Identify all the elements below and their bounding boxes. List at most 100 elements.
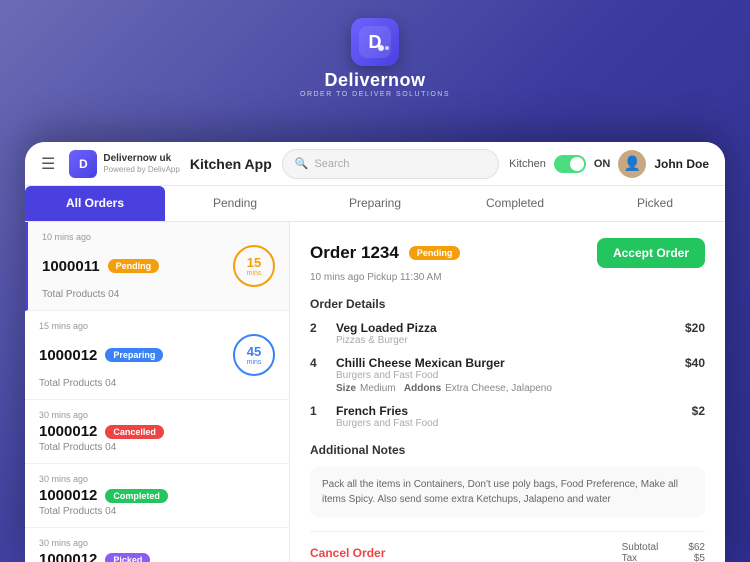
search-icon: 🔍: [295, 157, 309, 170]
item-info-3: French Fries Burgers and Fast Food: [336, 404, 684, 429]
timer-2: 45 mins: [233, 334, 275, 376]
item-extras-2: SizeMedium AddonsExtra Cheese, Jalapeno: [336, 383, 677, 394]
order-badge-1: Pending: [108, 259, 160, 273]
accept-order-button[interactable]: Accept Order: [597, 238, 705, 268]
main-content: 10 mins ago 1000011 Pending 15 mins Tota…: [25, 222, 725, 562]
logo-title: Delivernow: [324, 70, 425, 91]
topbar: ☰ D Delivernow uk Powered by DelivApp Ki…: [25, 142, 725, 186]
subtotal-line: Subtotal $62: [622, 542, 705, 553]
tab-preparing[interactable]: Preparing: [305, 186, 445, 221]
order-badge-2: Preparing: [105, 348, 163, 362]
divider: [310, 531, 705, 532]
order-row-5: 1000012 Picked: [39, 551, 275, 562]
subtotal-value: $62: [688, 542, 705, 553]
order-row-4: 1000012 Completed: [39, 487, 275, 504]
qty-2: 4: [310, 356, 328, 370]
topbar-right: Kitchen ON 👤 John Doe: [509, 150, 709, 178]
notes-section: Additional Notes Pack all the items in C…: [310, 443, 705, 517]
app-card: ☰ D Delivernow uk Powered by DelivApp Ki…: [25, 142, 725, 562]
order-id-4: 1000012: [39, 487, 97, 504]
tax-label: Tax: [622, 553, 638, 562]
logo-icon: D: [351, 18, 399, 66]
tax-value: $5: [694, 553, 705, 562]
hamburger-icon[interactable]: ☰: [41, 154, 55, 174]
item-cat-2: Burgers and Fast Food: [336, 370, 677, 381]
tab-picked[interactable]: Picked: [585, 186, 725, 221]
tab-all-orders[interactable]: All Orders: [25, 186, 165, 221]
item-name-3: French Fries: [336, 404, 684, 418]
order-time-2: 15 mins ago: [39, 321, 275, 331]
notes-box: Pack all the items in Containers, Don't …: [310, 467, 705, 517]
item-info-1: Veg Loaded Pizza Pizzas & Burger: [336, 321, 677, 346]
detail-header: Order 1234 Pending Accept Order: [310, 238, 705, 268]
app-name: Kitchen App: [190, 156, 272, 172]
item-cat-3: Burgers and Fast Food: [336, 418, 684, 429]
avatar: 👤: [618, 150, 646, 178]
order-row-3: 1000012 Cancelled: [39, 423, 275, 440]
detail-meta: 10 mins ago Pickup 11:30 AM: [310, 272, 705, 283]
footer-row: Cancel Order Subtotal $62 Tax $5: [310, 542, 705, 562]
item-cat-1: Pizzas & Burger: [336, 335, 677, 346]
item-price-1: $20: [685, 321, 705, 335]
search-placeholder: Search: [314, 158, 349, 170]
timer-unit-2: mins: [247, 359, 262, 366]
order-products-1: Total Products 04: [42, 289, 275, 300]
item-name-1: Veg Loaded Pizza: [336, 321, 677, 335]
timer-value-2: 45: [247, 344, 261, 359]
notes-title: Additional Notes: [310, 443, 705, 457]
logo-area: D Delivernow ORDER TO DELIVER SOLUTIONS: [300, 18, 450, 98]
tab-completed[interactable]: Completed: [445, 186, 585, 221]
kitchen-toggle[interactable]: [554, 155, 586, 173]
order-time-5: 30 mins ago: [39, 538, 275, 548]
order-time-1: 10 mins ago: [42, 232, 275, 242]
item-price-3: $2: [692, 404, 705, 418]
order-line-3: 1 French Fries Burgers and Fast Food $2: [310, 404, 705, 429]
search-bar[interactable]: 🔍 Search: [282, 149, 499, 179]
brand-sub: Powered by DelivApp: [103, 165, 179, 175]
order-badge-5: Picked: [105, 553, 150, 562]
order-id-2: 1000012: [39, 347, 97, 364]
order-products-3: Total Products 04: [39, 442, 275, 453]
order-line-2: 4 Chilli Cheese Mexican Burger Burgers a…: [310, 356, 705, 394]
order-products-4: Total Products 04: [39, 506, 275, 517]
order-item-5[interactable]: 30 mins ago 1000012 Picked Total Product…: [25, 528, 289, 562]
detail-order-id: Order 1234: [310, 243, 399, 263]
brand-name: Delivernow uk: [103, 153, 179, 165]
order-details-section: Order Details 2 Veg Loaded Pizza Pizzas …: [310, 297, 705, 429]
order-details-title: Order Details: [310, 297, 705, 311]
order-item-2[interactable]: 15 mins ago 1000012 Preparing 45 mins To…: [25, 311, 289, 400]
qty-1: 2: [310, 321, 328, 335]
order-id-3: 1000012: [39, 423, 97, 440]
order-line-1: 2 Veg Loaded Pizza Pizzas & Burger $20: [310, 321, 705, 346]
timer-value-1: 15: [247, 255, 261, 270]
tabs-bar: All Orders Pending Preparing Completed P…: [25, 186, 725, 222]
order-products-2: Total Products 04: [39, 378, 275, 389]
logo-subtitle: ORDER TO DELIVER SOLUTIONS: [300, 91, 450, 98]
detail-panel: Order 1234 Pending Accept Order 10 mins …: [290, 222, 725, 562]
cancel-order-button[interactable]: Cancel Order: [310, 546, 385, 560]
notes-text: Pack all the items in Containers, Don't …: [322, 477, 693, 507]
order-item-1[interactable]: 10 mins ago 1000011 Pending 15 mins Tota…: [25, 222, 289, 311]
order-item-3[interactable]: 30 mins ago 1000012 Cancelled Total Prod…: [25, 400, 289, 464]
user-name: John Doe: [654, 157, 709, 171]
brand-logo: D: [69, 150, 97, 178]
tax-line: Tax $5: [622, 553, 705, 562]
timer-1: 15 mins: [233, 245, 275, 287]
order-item-4[interactable]: 30 mins ago 1000012 Completed Total Prod…: [25, 464, 289, 528]
order-row-2: 1000012 Preparing 45 mins: [39, 334, 275, 376]
qty-3: 1: [310, 404, 328, 418]
timer-unit-1: mins: [247, 270, 262, 277]
tab-pending[interactable]: Pending: [165, 186, 305, 221]
brand-letter: D: [79, 157, 88, 171]
toggle-on-label: ON: [594, 158, 611, 170]
item-info-2: Chilli Cheese Mexican Burger Burgers and…: [336, 356, 677, 394]
order-time-4: 30 mins ago: [39, 474, 275, 484]
order-id-1: 1000011: [42, 258, 100, 275]
kitchen-label: Kitchen: [509, 158, 546, 170]
item-name-2: Chilli Cheese Mexican Burger: [336, 356, 677, 370]
order-badge-3: Cancelled: [105, 425, 164, 439]
brand-text: Delivernow uk Powered by DelivApp: [103, 153, 179, 175]
orders-panel: 10 mins ago 1000011 Pending 15 mins Tota…: [25, 222, 290, 562]
order-id-5: 1000012: [39, 551, 97, 562]
brand-area: D Delivernow uk Powered by DelivApp: [69, 150, 179, 178]
